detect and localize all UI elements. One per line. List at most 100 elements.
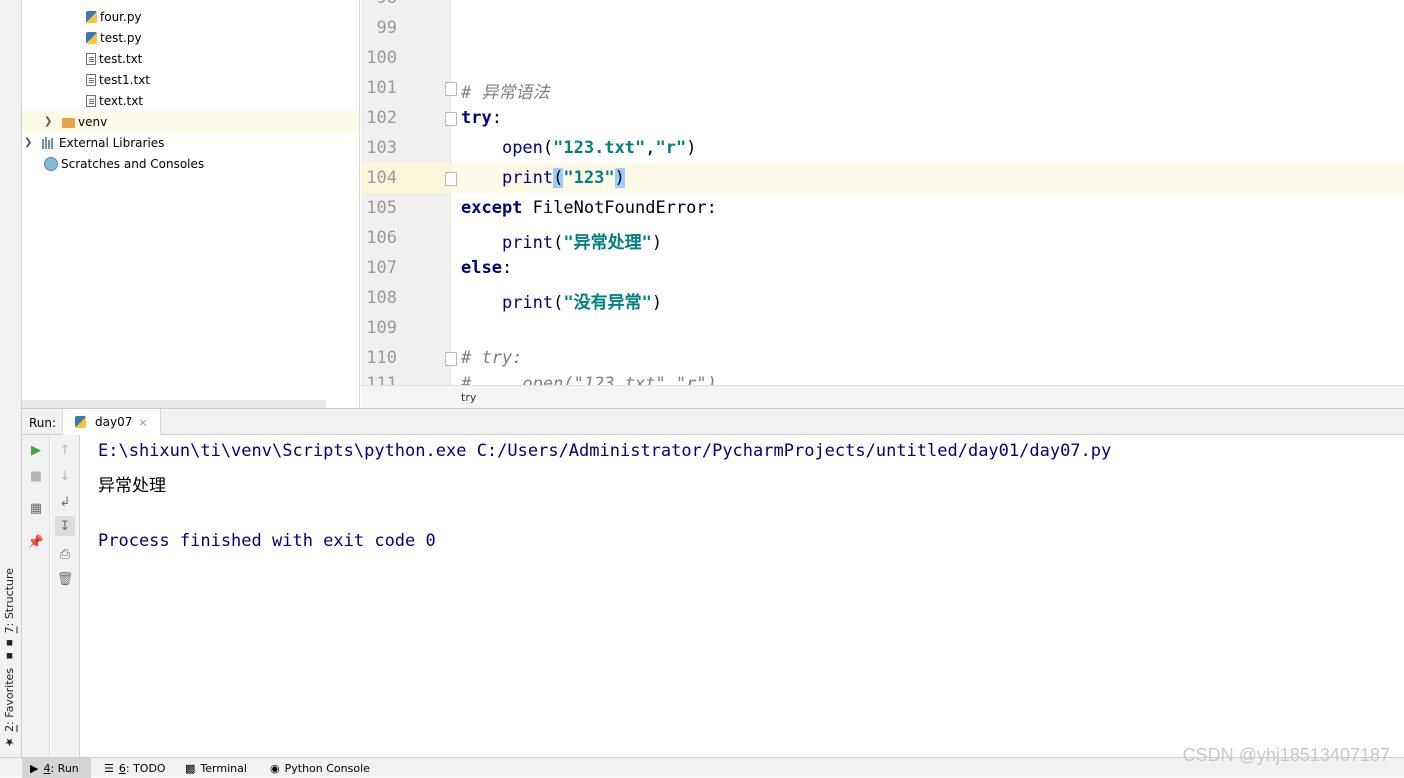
line-number: 109 — [366, 318, 397, 338]
structure-tab-number: 7 — [3, 626, 16, 634]
punct-token: ( — [553, 293, 564, 313]
code-line-102: try: — [461, 108, 502, 128]
close-icon[interactable]: × — [138, 416, 147, 429]
brace-match-highlight: ) — [614, 168, 625, 188]
favorites-tab-label: : Favorites — [3, 668, 16, 725]
line-number: 107 — [366, 258, 397, 278]
soft-wrap-icon[interactable]: ↲ — [55, 492, 75, 512]
console-line-command: E:\shixun\ti\venv\Scripts\python.exe C:/… — [98, 441, 1112, 461]
line-number: 108 — [366, 288, 397, 308]
tree-item-label: text.txt — [99, 93, 144, 108]
trash-icon[interactable]: 🗑 — [55, 569, 75, 589]
tree-item-scratches[interactable]: Scratches and Consoles — [44, 153, 204, 174]
favorites-tool-tab[interactable]: ★ 2: Favorites — [3, 668, 16, 748]
code-editor[interactable]: 98 99 100 101 102 103 104 105 106 107 10… — [361, 0, 1404, 408]
punct-token: : — [491, 108, 502, 128]
punct-token: , — [645, 138, 656, 158]
punct-token: : — [706, 198, 717, 218]
console-output[interactable]: E:\shixun\ti\venv\Scripts\python.exe C:/… — [98, 435, 1111, 555]
line-number: 100 — [366, 48, 397, 68]
line-number: 102 — [366, 108, 397, 128]
run-tab-day07[interactable]: day07 × — [62, 409, 161, 435]
print-icon[interactable]: ⎙ — [55, 544, 75, 564]
chevron-right-icon[interactable]: ❯ — [44, 116, 54, 127]
function-token: print — [501, 233, 554, 253]
pin-icon[interactable]: 📌 — [26, 532, 46, 552]
run-label: Run: — [29, 416, 57, 430]
tree-item-label: test1.txt — [99, 72, 151, 87]
run-tool-tab[interactable]: ▶ 4: Run — [22, 758, 91, 778]
list-icon: ☰ — [104, 761, 114, 775]
library-icon — [42, 136, 56, 149]
tree-item-text-txt[interactable]: text.txt — [86, 90, 143, 111]
stop-icon[interactable]: ■ — [26, 466, 46, 486]
keyword-token: else — [461, 258, 502, 278]
terminal-tool-tab[interactable]: ▩ Terminal — [177, 758, 255, 778]
todo-tool-tab[interactable]: ☰ 6: TODO — [96, 758, 174, 778]
favorites-tab-number: 2 — [3, 724, 16, 732]
keyword-token: except — [461, 198, 523, 218]
rerun-icon[interactable]: ▶ — [26, 440, 46, 460]
console-line-exit: Process finished with exit code 0 — [98, 531, 436, 551]
tab-label: : Run — [50, 761, 79, 775]
tab-number: 6 — [118, 761, 126, 775]
scroll-to-end-icon[interactable]: ↧ — [55, 516, 75, 536]
structure-tab-label: : Structure — [3, 568, 16, 627]
fold-marker-icon[interactable] — [445, 82, 457, 96]
tree-item-test1-txt[interactable]: test1.txt — [86, 69, 150, 90]
line-number: 106 — [366, 228, 397, 248]
punct-token: ) — [651, 233, 663, 253]
terminal-icon: ▩ — [185, 761, 196, 775]
arrow-up-icon[interactable]: ↑ — [55, 440, 75, 460]
tree-item-venv[interactable]: ❯ venv — [22, 111, 359, 132]
text-file-icon — [86, 73, 96, 86]
code-line-101: # 异常语法 — [461, 78, 549, 103]
breadcrumb-item[interactable]: try — [461, 391, 476, 404]
fold-marker-icon[interactable] — [445, 172, 457, 186]
text-file-icon — [86, 94, 96, 107]
tree-item-label: four.py — [100, 9, 142, 24]
tree-item-four-py[interactable]: four.py — [86, 6, 142, 27]
line-number: 105 — [366, 198, 397, 218]
run-header: Run: day07 × — [22, 409, 1404, 435]
fold-marker-icon[interactable] — [445, 112, 457, 126]
python-file-icon — [86, 31, 97, 44]
line-number: 101 — [366, 78, 397, 98]
text-file-icon — [86, 52, 96, 65]
punct-token: ( — [553, 233, 564, 253]
function-token: open — [501, 138, 543, 158]
python-file-icon — [86, 10, 97, 23]
line-number: 103 — [366, 138, 397, 158]
structure-tool-tab[interactable]: ▪▪ 7: Structure — [3, 568, 16, 663]
watermark: CSDN @yhj18513407187 — [1182, 745, 1390, 765]
tree-item-label: test.py — [100, 30, 142, 45]
punct-token: ( — [542, 138, 554, 158]
code-line-104: print("123") — [461, 168, 625, 188]
function-token: print — [501, 168, 554, 188]
chevron-right-icon[interactable]: ❯ — [24, 137, 34, 148]
tree-item-label: External Libraries — [59, 135, 165, 150]
string-token: "123" — [563, 168, 615, 188]
code-line-105: except FileNotFoundError: — [461, 198, 717, 218]
punct-token: : — [501, 258, 513, 278]
fold-marker-icon[interactable] — [445, 352, 457, 366]
breadcrumb: try — [361, 385, 1404, 408]
string-token: "没有异常" — [563, 293, 652, 313]
project-tree-panel: four.py test.py test.txt test1.txt text.… — [22, 0, 360, 408]
comment-token: # try: — [461, 348, 523, 368]
run-tab-label: day07 — [95, 415, 133, 429]
tab-label: Python Console — [284, 761, 370, 775]
code-line-110: # try: — [461, 348, 522, 368]
horizontal-scrollbar[interactable] — [22, 400, 326, 408]
left-tool-strip: ▪▪ 7: Structure ★ 2: Favorites — [0, 0, 22, 757]
layout-icon[interactable]: ▦ — [26, 498, 46, 518]
code-line-103: open("123.txt","r") — [461, 138, 697, 158]
tree-item-external-libraries[interactable]: ❯ External Libraries — [24, 132, 164, 153]
python-console-tool-tab[interactable]: ◉ Python Console — [262, 758, 378, 778]
arrow-down-icon[interactable]: ↓ — [55, 466, 75, 486]
console-line-output: 异常处理 — [98, 476, 166, 496]
scratches-icon — [44, 156, 58, 171]
keyword-token: try — [461, 108, 492, 128]
tree-item-test-py[interactable]: test.py — [86, 27, 142, 48]
tree-item-test-txt[interactable]: test.txt — [86, 48, 142, 69]
